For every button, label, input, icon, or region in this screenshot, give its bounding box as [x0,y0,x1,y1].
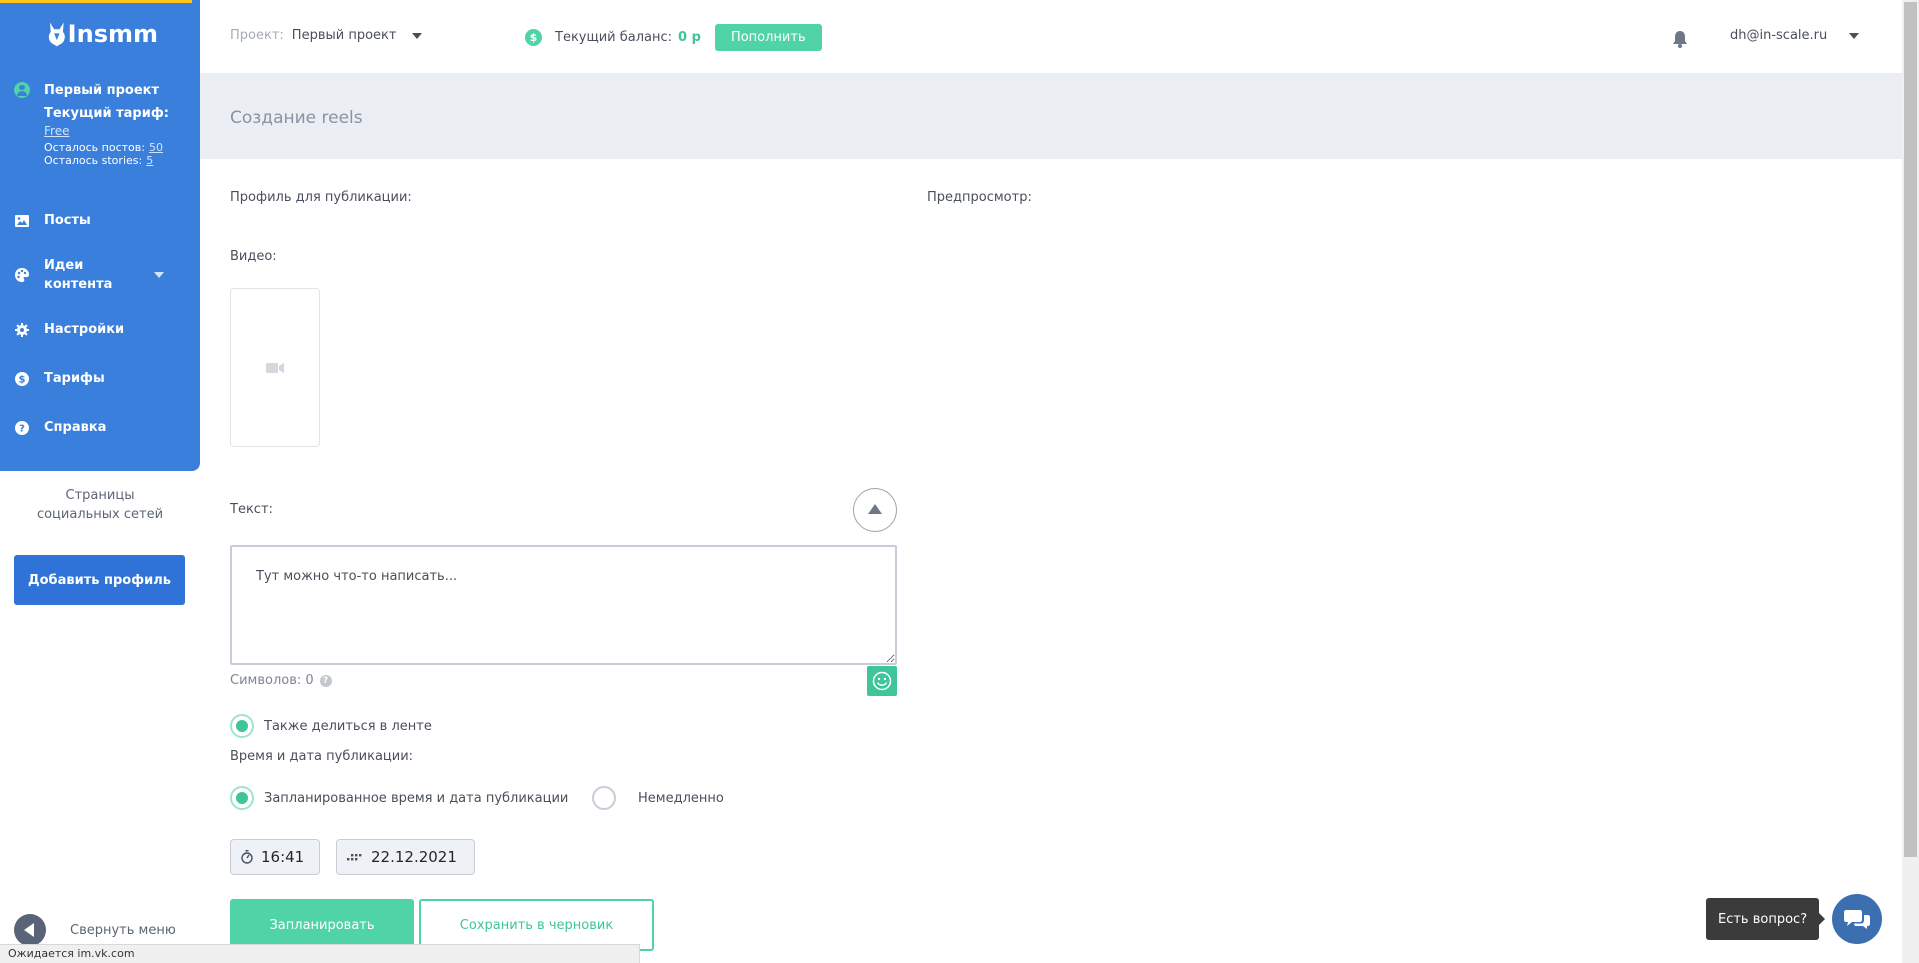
balance-label: Текущий баланс: [555,30,673,45]
page-title: Создание reels [230,108,363,128]
image-icon [14,213,30,229]
stories-left-label: Осталось stories: [44,154,143,167]
sidebar-item-label: Справка [44,420,107,435]
text-label: Текст: [230,502,273,517]
title-band: Создание reels [200,74,1902,159]
date-value: 22.12.2021 [371,848,457,866]
publish-time-label: Время и дата публикации: [230,749,414,764]
sidebar-item-label: Идеи контента [44,258,113,292]
scrollbar-thumb[interactable] [1904,2,1917,857]
scheduled-option[interactable]: Запланированное время и дата публикации [230,786,568,810]
share-feed-radio[interactable] [230,714,254,738]
post-text-input[interactable] [230,545,897,665]
profile-label: Профиль для публикации: [230,190,412,205]
logo-text: Insmm [67,20,158,48]
palette-icon [14,267,30,283]
stories-left: Осталось stories: 5 [44,154,194,167]
chat-bubbles-icon [1844,910,1870,929]
sidebar-item-label: Тарифы [44,371,105,386]
tariff-link[interactable]: Free [44,124,194,138]
posts-left-link[interactable]: 50 [149,141,163,154]
project-info: Первый проект Текущий тариф: Free Остало… [14,82,194,167]
chevron-down-icon [154,272,164,278]
preview-label: Предпросмотр: [927,190,1032,205]
svg-text:?: ? [19,423,25,434]
share-feed-label: Также делиться в ленте [264,718,432,734]
date-input[interactable]: 22.12.2021 [336,839,475,875]
chevron-down-icon [1849,32,1860,39]
posts-left: Осталось постов: 50 [44,141,194,154]
topup-button[interactable]: Пополнить [714,24,822,51]
sidebar-item-label: Настройки [44,322,125,337]
gear-icon [14,322,30,338]
collapse-left-icon [14,914,46,946]
coin-icon: $ [525,29,542,46]
balance-value: 0 р [678,30,701,45]
social-pages-title: Страницы социальных сетей [36,488,164,522]
project-selector[interactable]: Проект: Первый проект [230,28,423,43]
smile-icon [872,671,892,691]
scheduled-label: Запланированное время и дата публикации [264,790,569,806]
immediate-option[interactable]: Немедленно [592,786,724,810]
scheduled-radio[interactable] [230,786,254,810]
video-label: Видео: [230,249,277,264]
calendar-icon [347,854,362,861]
svg-text:$: $ [19,374,26,385]
immediate-label: Немедленно [638,790,724,806]
collapse-menu-label: Свернуть меню [70,922,176,938]
collapse-menu[interactable]: Свернуть меню [14,914,176,946]
header: Проект: Первый проект $ Текущий баланс: … [200,0,1902,74]
stories-left-link[interactable]: 5 [146,154,153,167]
share-feed-option[interactable]: Также делиться в ленте [230,714,432,738]
sidebar-nav: Посты Идеи контента Настройки $ Тарифы ?… [0,196,200,452]
video-upload[interactable] [230,288,320,447]
sidebar-item-tariffs[interactable]: $ Тарифы [0,354,200,403]
user-icon [14,82,30,98]
tariff-label: Текущий тариф: [44,106,169,121]
logo-fox-icon [48,22,65,47]
add-profile-button[interactable]: Добавить профиль [14,555,185,605]
chevron-down-icon [412,32,423,39]
user-email: dh@in-scale.ru [1730,28,1828,43]
sidebar-item-settings[interactable]: Настройки [0,305,200,354]
project-selector-value: Первый проект [291,28,397,43]
posts-left-label: Осталось постов: [44,141,145,154]
dollar-icon: $ [14,371,30,387]
sidebar-item-content-ideas[interactable]: Идеи контента [0,245,200,305]
balance: $ Текущий баланс: 0 р Пополнить [525,24,822,51]
video-camera-icon [266,362,284,373]
char-count-label: Символов: 0 [230,673,314,688]
sidebar-top-accent [0,0,192,3]
project-name[interactable]: Первый проект [44,83,159,98]
collapse-up-button[interactable] [853,488,897,532]
question-icon: ? [14,420,30,436]
chat-button[interactable] [1832,894,1882,944]
sidebar-item-help[interactable]: ? Справка [0,403,200,452]
stopwatch-icon [241,850,253,864]
browser-status-bar: Ожидается im.vk.com [0,944,640,963]
time-value: 16:41 [261,848,305,866]
logo[interactable]: Insmm [48,14,158,54]
immediate-radio[interactable] [592,786,616,810]
scrollbar[interactable] [1902,0,1919,963]
help-icon[interactable]: ? [319,674,332,687]
time-input[interactable]: 16:41 [230,839,320,875]
bell-icon[interactable] [1672,30,1688,48]
sidebar-item-posts[interactable]: Посты [0,196,200,245]
question-tooltip[interactable]: Есть вопрос? [1706,898,1826,940]
user-menu[interactable]: dh@in-scale.ru [1730,28,1860,43]
emoji-button[interactable] [867,666,897,696]
project-selector-label: Проект: [230,28,284,43]
sidebar-item-label: Посты [44,213,91,228]
char-count: Символов: 0 ? [230,673,332,688]
